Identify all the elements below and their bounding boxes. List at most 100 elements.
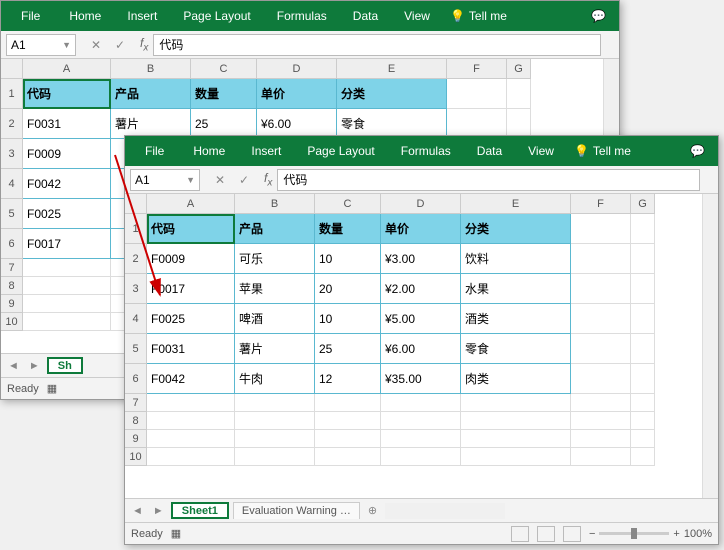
cell[interactable]: F0009 [23, 139, 111, 169]
cell[interactable] [315, 430, 381, 448]
scrollbar-horizontal[interactable] [385, 503, 505, 519]
cell[interactable]: ¥3.00 [381, 244, 461, 274]
ribbon-tab-file[interactable]: File [130, 136, 179, 166]
row-header[interactable]: 10 [1, 313, 23, 331]
cell[interactable] [235, 430, 315, 448]
view-normal-icon[interactable] [511, 526, 529, 542]
cell[interactable]: ¥5.00 [381, 304, 461, 334]
cell[interactable] [23, 259, 111, 277]
cell[interactable] [631, 394, 655, 412]
cell[interactable] [235, 448, 315, 466]
cell[interactable]: F0042 [23, 169, 111, 199]
cell[interactable]: ¥2.00 [381, 274, 461, 304]
fx-icon[interactable]: fx [140, 36, 148, 53]
cell[interactable]: 分类 [337, 79, 447, 109]
ribbon-tab-data[interactable]: Data [341, 1, 390, 31]
cell[interactable] [23, 313, 111, 331]
cell[interactable]: ¥35.00 [381, 364, 461, 394]
row-header[interactable]: 2 [125, 244, 147, 274]
col-header[interactable]: D [381, 194, 461, 214]
cell[interactable] [461, 430, 571, 448]
enter-fx-icon[interactable]: ✓ [235, 173, 253, 187]
cell[interactable] [571, 214, 631, 244]
cell[interactable] [631, 412, 655, 430]
col-header[interactable]: C [191, 59, 257, 79]
ribbon-tab-view[interactable]: View [516, 136, 566, 166]
ribbon-tab-home[interactable]: Home [181, 136, 237, 166]
cell[interactable] [147, 412, 235, 430]
row-header[interactable]: 8 [125, 412, 147, 430]
cell[interactable] [571, 394, 631, 412]
zoom-out-icon[interactable]: − [589, 528, 595, 540]
cell[interactable] [571, 274, 631, 304]
cell[interactable] [631, 244, 655, 274]
cell[interactable] [507, 79, 531, 109]
col-header[interactable]: F [571, 194, 631, 214]
scrollbar-vertical[interactable] [702, 194, 718, 498]
row-header[interactable]: 3 [1, 139, 23, 169]
col-header[interactable]: G [631, 194, 655, 214]
cell[interactable]: 单价 [381, 214, 461, 244]
ribbon-tab-page-layout[interactable]: Page Layout [171, 1, 262, 31]
ribbon-tab-formulas[interactable]: Formulas [389, 136, 463, 166]
zoom-level[interactable]: 100% [684, 528, 712, 540]
cell[interactable] [147, 448, 235, 466]
sheet-tab[interactable]: Sh [47, 357, 83, 374]
col-header[interactable]: F [447, 59, 507, 79]
ribbon-tab-formulas[interactable]: Formulas [265, 1, 339, 31]
col-header[interactable]: D [257, 59, 337, 79]
cell[interactable]: F0009 [147, 244, 235, 274]
cell[interactable] [631, 304, 655, 334]
ribbon-tab-page-layout[interactable]: Page Layout [295, 136, 386, 166]
cell[interactable] [631, 334, 655, 364]
macro-icon[interactable]: ▦ [171, 527, 181, 540]
ribbon-tab-insert[interactable]: Insert [115, 1, 169, 31]
cancel-fx-icon[interactable]: ✕ [87, 38, 105, 52]
cell[interactable]: 10 [315, 304, 381, 334]
zoom-control[interactable]: − + 100% [589, 528, 712, 540]
cell[interactable]: 单价 [257, 79, 337, 109]
cell[interactable] [447, 79, 507, 109]
row-header[interactable]: 5 [125, 334, 147, 364]
cell[interactable] [461, 448, 571, 466]
cell[interactable]: F0025 [147, 304, 235, 334]
row-header[interactable]: 9 [125, 430, 147, 448]
cell[interactable] [315, 394, 381, 412]
sheet-tab[interactable]: Sheet1 [171, 502, 229, 519]
cell[interactable] [381, 448, 461, 466]
row-header[interactable]: 8 [1, 277, 23, 295]
cell[interactable] [147, 394, 235, 412]
cell[interactable]: 薯片 [235, 334, 315, 364]
col-header[interactable]: B [235, 194, 315, 214]
cell[interactable] [461, 394, 571, 412]
col-header[interactable]: E [337, 59, 447, 79]
cell[interactable] [571, 430, 631, 448]
name-box[interactable]: A1▼ [6, 34, 76, 56]
row-header[interactable]: 7 [125, 394, 147, 412]
view-break-icon[interactable] [563, 526, 581, 542]
ribbon-tab-view[interactable]: View [392, 1, 442, 31]
row-header[interactable]: 9 [1, 295, 23, 313]
cancel-fx-icon[interactable]: ✕ [211, 173, 229, 187]
cell[interactable]: F0017 [147, 274, 235, 304]
cell[interactable]: F0031 [23, 109, 111, 139]
row-header[interactable]: 7 [1, 259, 23, 277]
cell[interactable]: 代码 [147, 214, 235, 244]
col-header[interactable]: C [315, 194, 381, 214]
col-header[interactable]: G [507, 59, 531, 79]
col-header[interactable]: A [23, 59, 111, 79]
cell[interactable]: F0042 [147, 364, 235, 394]
add-sheet-icon[interactable]: ⊕ [368, 504, 377, 517]
cell[interactable]: F0017 [23, 229, 111, 259]
cell[interactable]: 啤酒 [235, 304, 315, 334]
cell[interactable]: 10 [315, 244, 381, 274]
ribbon-tellme[interactable]: 💡Tell me [450, 9, 507, 23]
cell[interactable]: 水果 [461, 274, 571, 304]
cell[interactable] [315, 412, 381, 430]
cell[interactable] [631, 214, 655, 244]
cell[interactable] [381, 430, 461, 448]
sheet-tab-eval[interactable]: Evaluation Warning … [233, 502, 360, 519]
row-header[interactable]: 4 [1, 169, 23, 199]
cell[interactable]: 分类 [461, 214, 571, 244]
cell[interactable] [23, 277, 111, 295]
